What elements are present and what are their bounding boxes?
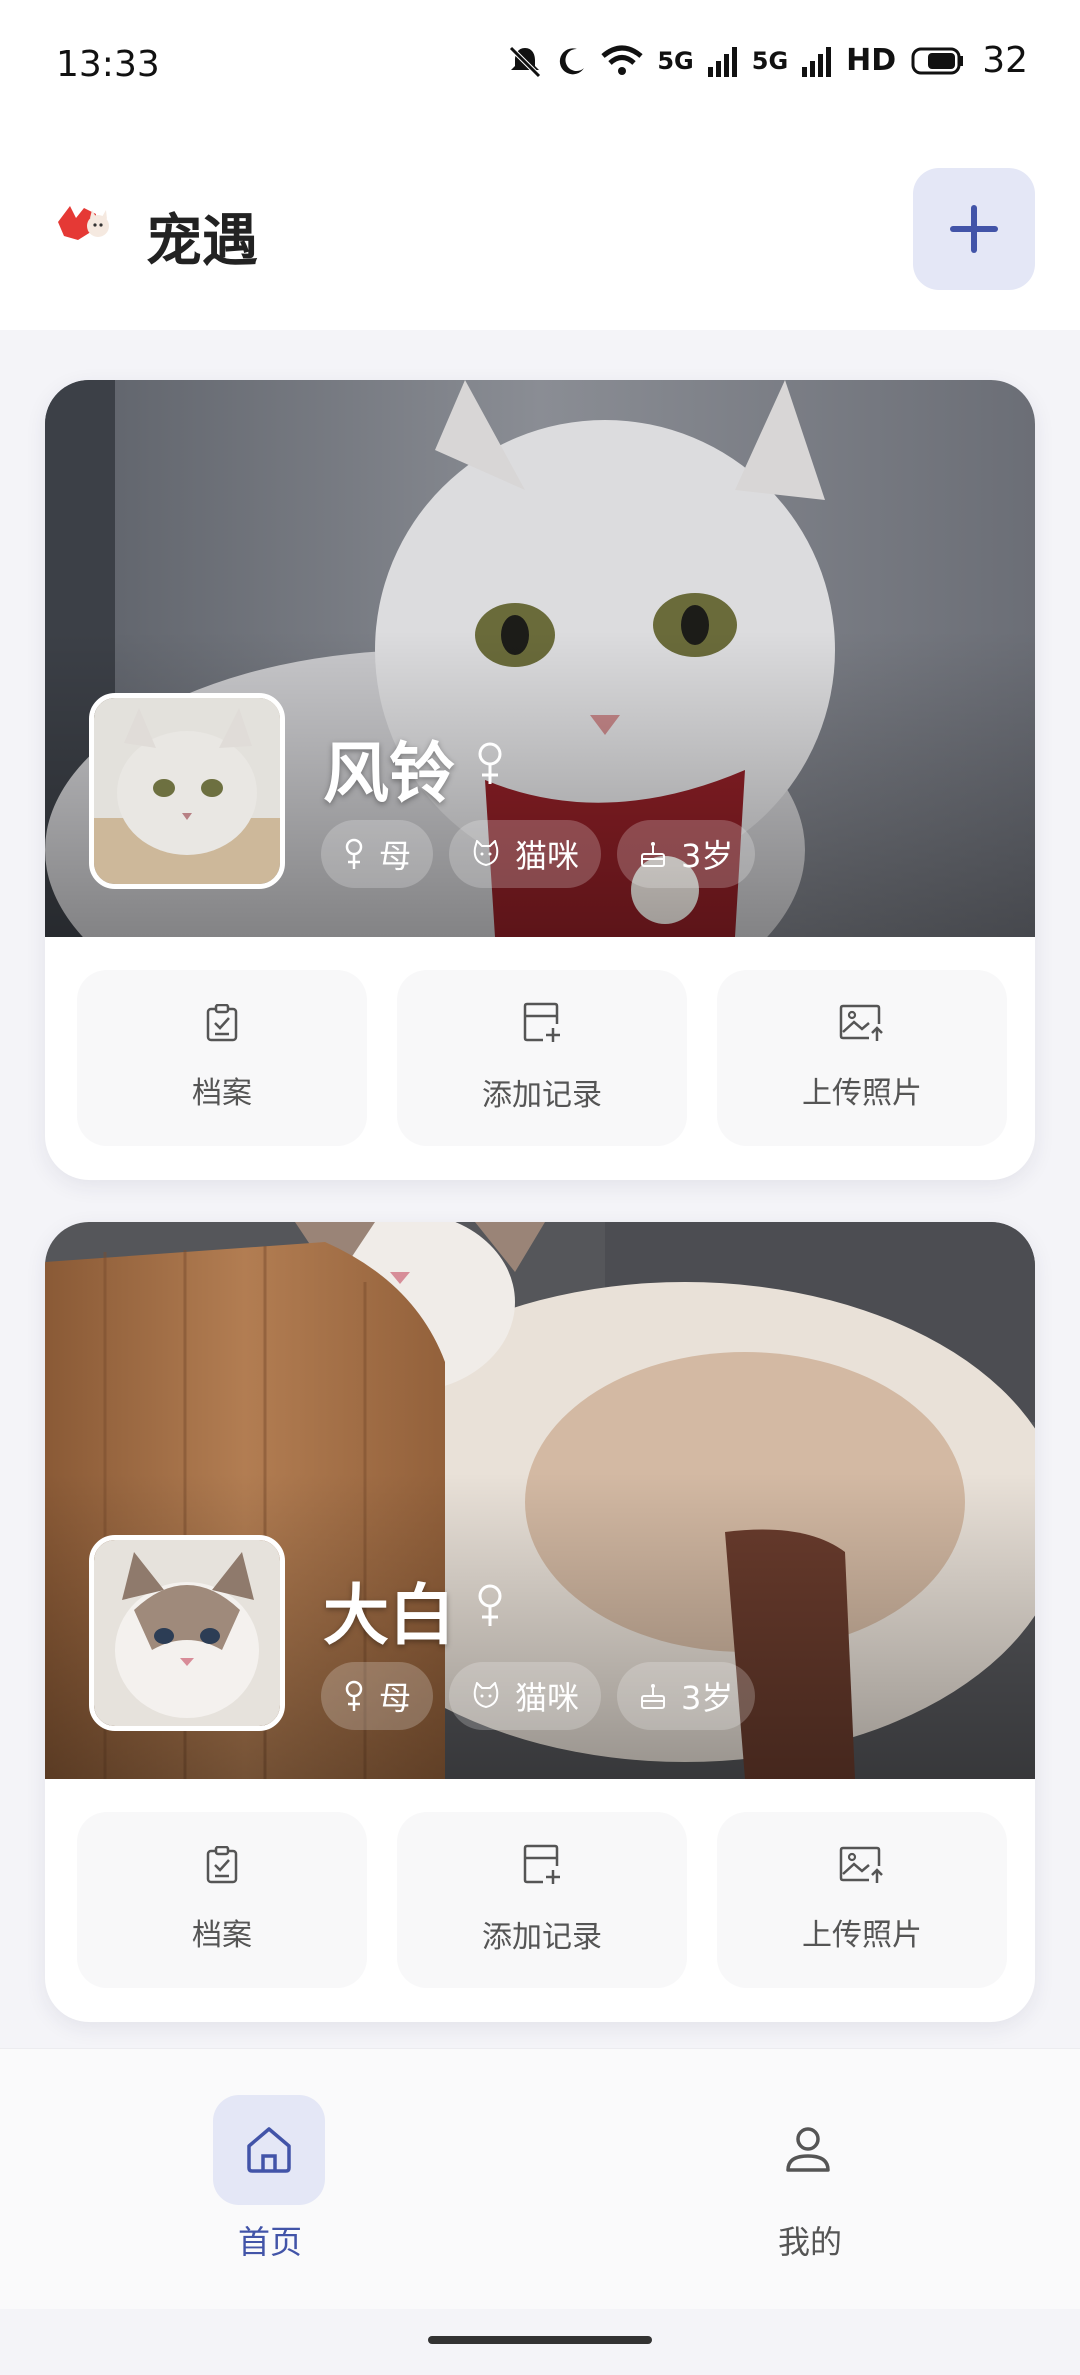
moon-icon bbox=[560, 47, 585, 74]
gender-tag-label: 母 bbox=[379, 837, 412, 875]
home-icon bbox=[247, 2127, 291, 2173]
plus-icon bbox=[950, 205, 998, 253]
add-record-icon bbox=[523, 1844, 560, 1884]
home-indicator[interactable] bbox=[428, 2336, 652, 2344]
user-icon bbox=[786, 2127, 830, 2172]
pet-name: 风铃 bbox=[323, 735, 455, 812]
clipboard-icon bbox=[206, 1846, 238, 1884]
pet-tags: 母 猫咪 3岁 bbox=[321, 1662, 756, 1730]
add-record-icon bbox=[523, 1002, 560, 1042]
nav-home-button[interactable] bbox=[213, 2095, 325, 2205]
age-tag-label: 3岁 bbox=[681, 1679, 734, 1717]
profile-label: 档案 bbox=[192, 1918, 252, 1953]
pet-cover-photo: 风铃 母 猫咪 3岁 bbox=[45, 380, 1035, 937]
cat-face-icon bbox=[473, 840, 499, 867]
gender-tag: 母 bbox=[321, 820, 434, 888]
female-icon bbox=[345, 838, 363, 869]
upload-photo-button[interactable]: 上传照片 bbox=[717, 1812, 1007, 1988]
nav-mine-button[interactable] bbox=[752, 2095, 864, 2205]
profile-button[interactable]: 档案 bbox=[77, 970, 367, 1146]
age-tag-label: 3岁 bbox=[681, 837, 734, 875]
species-tag-label: 猫咪 bbox=[515, 837, 580, 875]
cake-icon bbox=[641, 842, 666, 867]
app-header: 宠遇 bbox=[0, 130, 1080, 330]
signal-icon-2 bbox=[802, 46, 832, 77]
pet-cover-photo: 大白 母 猫咪 3岁 bbox=[45, 1222, 1035, 1779]
add-pet-button[interactable] bbox=[913, 168, 1035, 290]
cat-face-icon bbox=[473, 1682, 499, 1709]
network-1-label: 5G bbox=[657, 46, 694, 75]
status-time: 13:33 bbox=[56, 44, 160, 85]
battery-level: 32 bbox=[982, 40, 1028, 81]
female-icon bbox=[478, 1584, 502, 1626]
nav-home-label[interactable]: 首页 bbox=[200, 2217, 340, 2263]
mute-vibrate-icon bbox=[509, 45, 542, 78]
species-tag: 猫咪 bbox=[449, 820, 602, 888]
age-tag: 3岁 bbox=[617, 820, 756, 888]
species-tag: 猫咪 bbox=[449, 1662, 602, 1730]
pet-name: 大白 bbox=[323, 1577, 455, 1654]
pet-card[interactable]: 风铃 母 猫咪 3岁 档案 添加记录 上传照片 bbox=[45, 380, 1035, 1180]
bottom-nav: 首页 我的 bbox=[0, 2048, 1080, 2309]
status-icons: 5G 5G HD 32 bbox=[507, 40, 1028, 81]
gender-tag-label: 母 bbox=[379, 1679, 412, 1717]
hd-label: HD bbox=[846, 43, 897, 78]
female-icon bbox=[478, 742, 502, 784]
upload-photo-label: 上传照片 bbox=[802, 1076, 922, 1111]
image-upload-icon bbox=[839, 1004, 883, 1041]
network-2-label: 5G bbox=[751, 46, 789, 75]
pet-card[interactable]: 大白 母 猫咪 3岁 档案 添加记录 上传照片 bbox=[45, 1222, 1035, 2022]
add-record-button[interactable]: 添加记录 bbox=[397, 1812, 687, 1988]
pet-avatar[interactable] bbox=[89, 1535, 285, 1731]
app-logo-icon bbox=[58, 206, 109, 240]
image-upload-icon bbox=[839, 1846, 883, 1883]
add-record-label: 添加记录 bbox=[482, 1920, 602, 1955]
status-bar: 13:33 5G 5G HD 32 bbox=[0, 0, 1080, 130]
clipboard-icon bbox=[206, 1004, 238, 1042]
app-title: 宠遇 bbox=[146, 209, 258, 274]
pet-tags: 母 猫咪 3岁 bbox=[321, 820, 756, 888]
signal-icon bbox=[707, 46, 737, 77]
profile-button[interactable]: 档案 bbox=[77, 1812, 367, 1988]
add-record-label: 添加记录 bbox=[482, 1078, 602, 1113]
female-icon bbox=[345, 1680, 363, 1711]
cake-icon bbox=[641, 1684, 666, 1709]
battery-icon bbox=[911, 47, 964, 74]
wifi-icon bbox=[601, 45, 643, 75]
add-record-button[interactable]: 添加记录 bbox=[397, 970, 687, 1146]
pet-avatar[interactable] bbox=[89, 693, 285, 889]
nav-mine-label[interactable]: 我的 bbox=[740, 2217, 880, 2263]
species-tag-label: 猫咪 bbox=[515, 1679, 580, 1717]
upload-photo-label: 上传照片 bbox=[802, 1918, 922, 1953]
pet-actions: 档案 添加记录 上传照片 bbox=[77, 1812, 1007, 1988]
upload-photo-button[interactable]: 上传照片 bbox=[717, 970, 1007, 1146]
gender-tag: 母 bbox=[321, 1662, 434, 1730]
pet-actions: 档案 添加记录 上传照片 bbox=[77, 970, 1007, 1146]
profile-label: 档案 bbox=[192, 1076, 252, 1111]
age-tag: 3岁 bbox=[617, 1662, 756, 1730]
